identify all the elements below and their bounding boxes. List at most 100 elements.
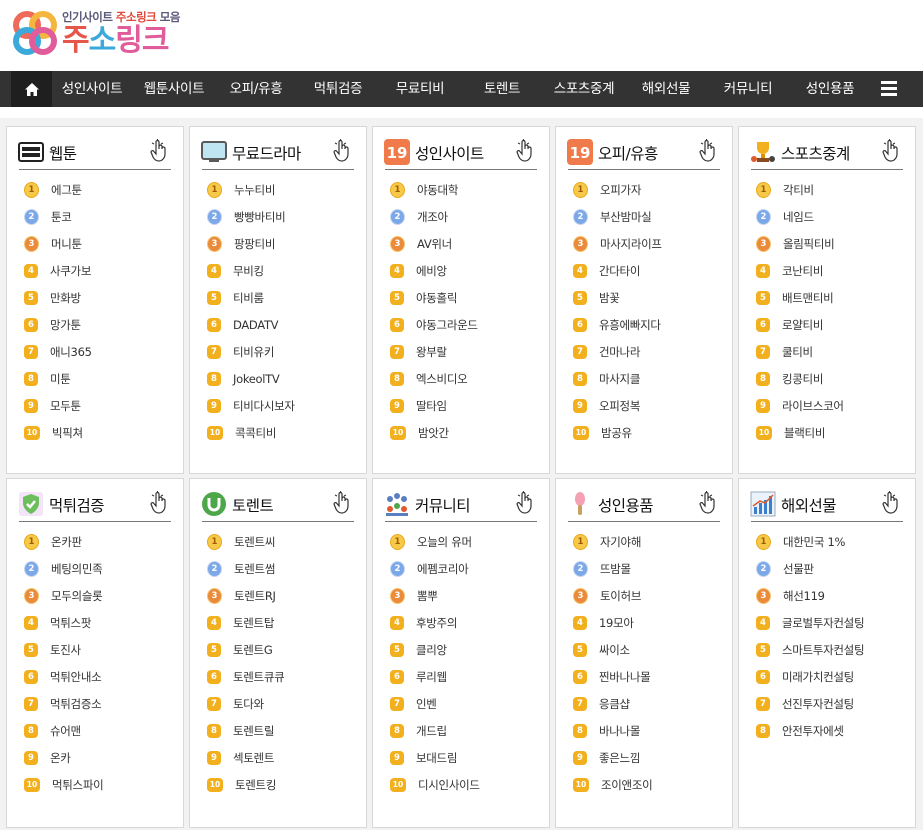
site-link[interactable]: 사쿠가보	[50, 263, 91, 279]
list-item[interactable]: 9 라이브스코어	[739, 392, 915, 419]
site-link[interactable]: 엑스비디오	[416, 371, 468, 387]
list-item[interactable]: 2 뜨밤몰	[556, 555, 732, 582]
list-item[interactable]: 10 먹튀스파이	[7, 771, 183, 798]
site-logo[interactable]: 인기사이트 주소링크 모음 주소링크	[10, 8, 180, 58]
site-link[interactable]: JokeolTV	[233, 372, 280, 386]
list-item[interactable]: 9 보대드림	[373, 744, 549, 771]
card-title[interactable]: 해외선물	[781, 494, 837, 516]
site-link[interactable]: 먹튀스팟	[50, 615, 91, 631]
list-item[interactable]: 8 킹콩티비	[739, 365, 915, 392]
list-item[interactable]: 2 에펨코리아	[373, 555, 549, 582]
card-title[interactable]: 토렌트	[232, 494, 274, 516]
site-link[interactable]: 먹튀검증소	[50, 696, 102, 712]
site-link[interactable]: 애니365	[50, 344, 92, 360]
site-link[interactable]: AV위너	[417, 236, 452, 252]
site-link[interactable]: 선진투자컨설팅	[782, 696, 854, 712]
list-item[interactable]: 6 먹튀안내소	[7, 663, 183, 690]
card-title[interactable]: 오피/유흥	[598, 142, 658, 164]
list-item[interactable]: 6 망가툰	[7, 311, 183, 338]
list-item[interactable]: 9 오피정복	[556, 392, 732, 419]
site-link[interactable]: 토렌트RJ	[234, 588, 276, 604]
card-title[interactable]: 무료드라마	[232, 142, 301, 164]
pointer-hand-icon[interactable]	[698, 491, 718, 515]
card-title[interactable]: 먹튀검증	[49, 494, 105, 516]
pointer-hand-icon[interactable]	[698, 139, 718, 163]
site-link[interactable]: 마사지클	[599, 371, 640, 387]
list-item[interactable]: 5 싸이소	[556, 636, 732, 663]
nav-item-futures[interactable]: 해외선물	[642, 71, 691, 107]
list-item[interactable]: 4 사쿠가보	[7, 257, 183, 284]
site-link[interactable]: 베팅의민족	[51, 561, 103, 577]
list-item[interactable]: 2 토렌트썸	[190, 555, 366, 582]
site-link[interactable]: 오늘의 유머	[417, 534, 472, 550]
list-item[interactable]: 6 토렌트큐큐	[190, 663, 366, 690]
site-link[interactable]: 모두의슬롯	[51, 588, 103, 604]
list-item[interactable]: 1 자기야해	[556, 528, 732, 555]
site-link[interactable]: 후방주의	[416, 615, 457, 631]
site-link[interactable]: 섹토렌트	[233, 750, 274, 766]
site-link[interactable]: 개조아	[417, 209, 448, 225]
list-item[interactable]: 10 빅픽쳐	[7, 419, 183, 446]
card-title[interactable]: 스포츠중계	[781, 142, 850, 164]
site-link[interactable]: 티비다시보자	[233, 398, 295, 414]
pointer-hand-icon[interactable]	[332, 491, 352, 515]
list-item[interactable]: 3 올림픽티비	[739, 230, 915, 257]
list-item[interactable]: 8 개드립	[373, 717, 549, 744]
nav-item-freetv[interactable]: 무료티비	[396, 71, 445, 107]
site-link[interactable]: 건마나라	[599, 344, 640, 360]
site-link[interactable]: 무비킹	[233, 263, 264, 279]
site-link[interactable]: 머니툰	[51, 236, 82, 252]
nav-item-community[interactable]: 커뮤니티	[724, 71, 773, 107]
site-link[interactable]: 토렌트킹	[235, 777, 276, 793]
list-item[interactable]: 1 야동대학	[373, 176, 549, 203]
list-item[interactable]: 2 네임드	[739, 203, 915, 230]
site-link[interactable]: 선물판	[783, 561, 814, 577]
site-link[interactable]: 코난티비	[782, 263, 823, 279]
list-item[interactable]: 5 야동홀릭	[373, 284, 549, 311]
site-link[interactable]: 모두툰	[50, 398, 81, 414]
list-item[interactable]: 1 토렌트씨	[190, 528, 366, 555]
nav-item-adult[interactable]: 성인사이트	[62, 71, 123, 107]
site-link[interactable]: 미툰	[50, 371, 71, 387]
site-link[interactable]: 만화방	[50, 290, 81, 306]
list-item[interactable]: 2 베팅의민족	[7, 555, 183, 582]
list-item[interactable]: 2 개조아	[373, 203, 549, 230]
site-link[interactable]: 좋은느낌	[599, 750, 640, 766]
list-item[interactable]: 2 선물판	[739, 555, 915, 582]
list-item[interactable]: 10 밤공유	[556, 419, 732, 446]
site-link[interactable]: 자기야해	[600, 534, 641, 550]
list-item[interactable]: 2 부산밤마실	[556, 203, 732, 230]
list-item[interactable]: 4 간다타이	[556, 257, 732, 284]
list-item[interactable]: 6 찐바나나몰	[556, 663, 732, 690]
site-link[interactable]: 토이허브	[600, 588, 641, 604]
pointer-hand-icon[interactable]	[881, 139, 901, 163]
list-item[interactable]: 3 팡팡티비	[190, 230, 366, 257]
list-item[interactable]: 4 토렌트탑	[190, 609, 366, 636]
list-item[interactable]: 3 해선119	[739, 582, 915, 609]
site-link[interactable]: 슈어맨	[50, 723, 81, 739]
list-item[interactable]: 8 슈어맨	[7, 717, 183, 744]
site-link[interactable]: 블랙티비	[784, 425, 825, 441]
card-title[interactable]: 성인사이트	[415, 142, 484, 164]
list-item[interactable]: 5 토진사	[7, 636, 183, 663]
list-item[interactable]: 7 건마나라	[556, 338, 732, 365]
site-link[interactable]: 오피가자	[600, 182, 641, 198]
list-item[interactable]: 9 딸타임	[373, 392, 549, 419]
list-item[interactable]: 1 각티비	[739, 176, 915, 203]
site-link[interactable]: DADATV	[233, 318, 279, 332]
nav-home-button[interactable]	[11, 71, 52, 107]
site-link[interactable]: 빵빵바티비	[234, 209, 286, 225]
list-item[interactable]: 4 에비앙	[373, 257, 549, 284]
site-link[interactable]: 토렌트G	[233, 642, 273, 658]
site-link[interactable]: 개드립	[416, 723, 447, 739]
list-item[interactable]: 7 먹튀검증소	[7, 690, 183, 717]
site-link[interactable]: 밤앗간	[418, 425, 449, 441]
site-link[interactable]: 팡팡티비	[234, 236, 275, 252]
list-item[interactable]: 2 빵빵바티비	[190, 203, 366, 230]
list-item[interactable]: 10 밤앗간	[373, 419, 549, 446]
list-item[interactable]: 4 코난티비	[739, 257, 915, 284]
site-link[interactable]: 네임드	[783, 209, 814, 225]
list-item[interactable]: 4 후방주의	[373, 609, 549, 636]
site-link[interactable]: 토렌트릴	[233, 723, 274, 739]
list-item[interactable]: 4 먹튀스팟	[7, 609, 183, 636]
